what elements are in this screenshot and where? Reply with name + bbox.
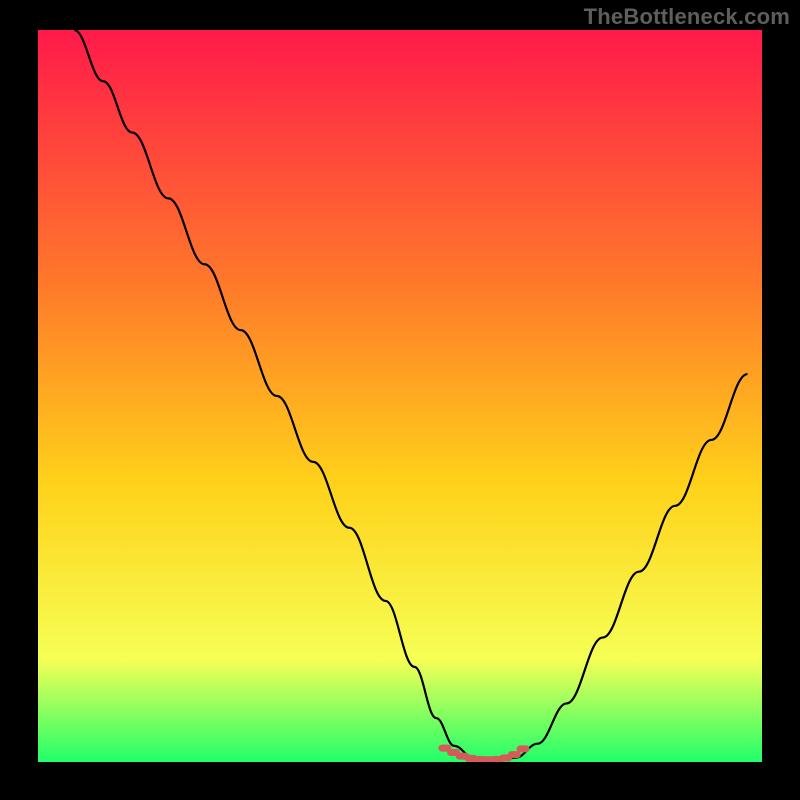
gradient-background [38,30,762,762]
chart-frame: TheBottleneck.com [0,0,800,800]
watermark-text: TheBottleneck.com [584,4,790,30]
plot-area [38,30,762,762]
bottleneck-chart [38,30,762,762]
